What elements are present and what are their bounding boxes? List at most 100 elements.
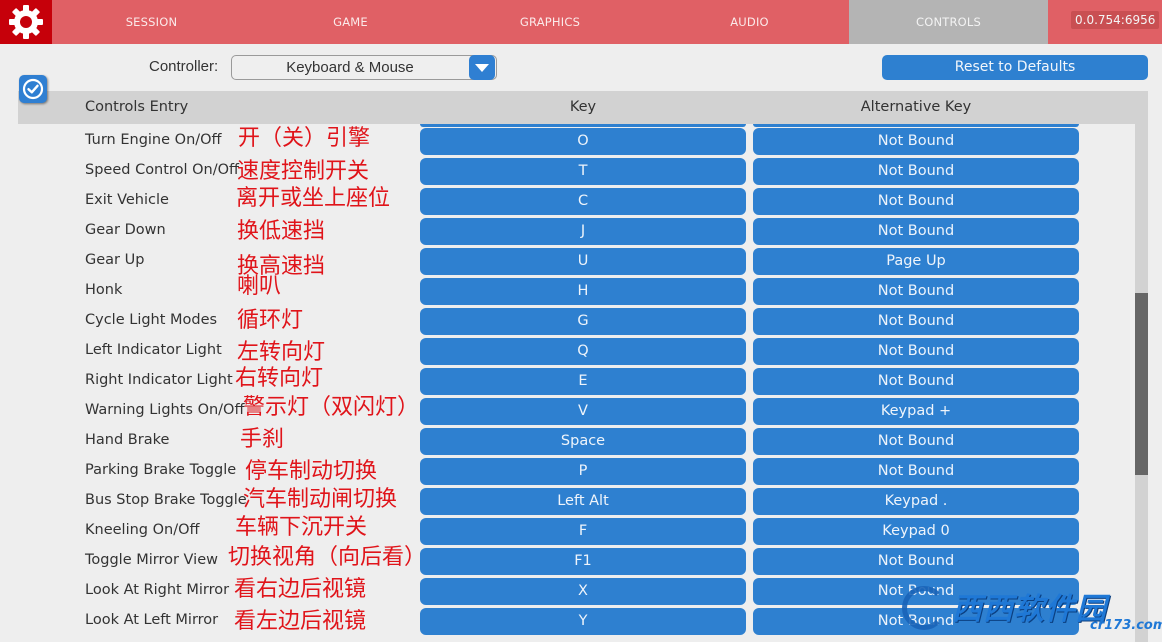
alt-key-binding-button[interactable]: Keypad .: [753, 488, 1079, 515]
alt-key-binding-button[interactable]: Page Up: [753, 248, 1079, 275]
control-entry-label: Honk: [85, 282, 123, 298]
key-binding-button[interactable]: O: [420, 128, 746, 155]
key-binding-button[interactable]: T: [420, 158, 746, 185]
control-row: Gear Up U Page Up 换高速挡: [0, 247, 1135, 279]
control-row: Honk H Not Bound 喇叭: [0, 274, 1135, 307]
header-key: Key: [569, 99, 597, 115]
alt-key-binding-button[interactable]: Not Bound: [753, 368, 1079, 395]
chinese-annotation: 喇叭: [237, 274, 282, 299]
control-entry-label: Look At Right Mirror: [85, 582, 230, 598]
tab-audio[interactable]: AUDIO: [650, 0, 849, 44]
top-nav-bar: SESSION GAME GRAPHICS AUDIO CONTROLS 0.0…: [0, 0, 1162, 44]
chinese-annotation: 循环灯: [237, 308, 304, 333]
alt-key-binding-button[interactable]: Keypad +: [753, 398, 1079, 425]
chinese-annotation: 看右边后视镜: [234, 577, 367, 602]
chinese-annotation: 警示灯（双闪灯）: [243, 395, 420, 420]
table-header: Controls Entry Key Alternative Key: [18, 91, 1135, 124]
controller-dropdown[interactable]: Keyboard & Mouse: [231, 55, 497, 80]
chinese-annotation: 手刹: [240, 427, 285, 452]
key-binding-button[interactable]: V: [420, 398, 746, 425]
control-entry-label: Gear Up: [85, 252, 145, 268]
control-row: Right Indicator Light E Not Bound 右转向灯: [0, 366, 1135, 397]
checkmark-circle-icon: [22, 78, 44, 100]
chinese-annotation: 开（关）引擎: [238, 126, 371, 151]
alt-key-binding-button[interactable]: Not Bound: [753, 128, 1079, 155]
chinese-annotation: 汽车制动闸切换: [243, 487, 398, 512]
chevron-down-icon: [475, 63, 489, 72]
tab-game[interactable]: GAME: [251, 0, 450, 44]
control-row: Look At Left Mirror Y Not Bound 看左边后视镜: [0, 607, 1135, 637]
header-controls-entry: Controls Entry: [85, 99, 189, 115]
control-entry-label: Exit Vehicle: [85, 192, 169, 208]
control-entry-label: Gear Down: [85, 222, 166, 238]
key-binding-button[interactable]: Space: [420, 428, 746, 455]
alt-key-binding-button[interactable]: Keypad 0: [753, 518, 1079, 545]
control-row: Hand Brake Space Not Bound 手刹: [0, 427, 1135, 457]
control-entry-label: Toggle Mirror View: [85, 552, 218, 568]
control-row: Gear Down J Not Bound 换低速挡: [0, 217, 1135, 247]
reset-to-defaults-button[interactable]: Reset to Defaults: [882, 55, 1148, 80]
alt-key-binding-button[interactable]: Not Bound: [753, 578, 1079, 605]
alt-key-binding-button[interactable]: Not Bound: [753, 188, 1079, 215]
gear-icon: [9, 5, 43, 39]
alt-key-binding-button[interactable]: Not Bound: [753, 608, 1079, 635]
key-binding-button[interactable]: F1: [420, 548, 746, 575]
chinese-annotation: 离开或坐上座位: [236, 186, 391, 211]
control-row: Speed Control On/Off T Not Bound 速度控制开关: [0, 157, 1135, 187]
alt-key-binding-button[interactable]: Not Bound: [753, 308, 1079, 335]
control-entry-label: Hand Brake: [85, 432, 170, 448]
control-row: Exit Vehicle C Not Bound 离开或坐上座位: [0, 186, 1135, 217]
control-row: Kneeling On/Off F Keypad 0 车辆下沉开关: [0, 515, 1135, 547]
key-binding-button[interactable]: F: [420, 518, 746, 545]
control-entry-label: Kneeling On/Off: [85, 522, 200, 538]
alt-key-binding-button[interactable]: Not Bound: [753, 278, 1079, 305]
key-binding-button[interactable]: E: [420, 368, 746, 395]
tab-session[interactable]: SESSION: [52, 0, 251, 44]
key-binding-button[interactable]: J: [420, 218, 746, 245]
settings-button[interactable]: [0, 0, 52, 44]
dropdown-toggle[interactable]: [469, 55, 495, 80]
control-entry-label: Parking Brake Toggle: [85, 462, 237, 478]
control-row: Look At Right Mirror X Not Bound 看右边后视镜: [0, 577, 1135, 607]
chinese-annotation: 右转向灯: [235, 366, 324, 391]
alt-key-binding-button[interactable]: Not Bound: [753, 338, 1079, 365]
header-alternative-key: Alternative Key: [860, 99, 972, 115]
alt-key-binding-button[interactable]: Not Bound: [753, 218, 1079, 245]
key-binding-button[interactable]: X: [420, 578, 746, 605]
control-entry-label: Left Indicator Light: [85, 342, 222, 358]
controller-selected-value: Keyboard & Mouse: [286, 59, 414, 76]
key-binding-button[interactable]: P: [420, 458, 746, 485]
alt-key-binding-button[interactable]: Not Bound: [753, 548, 1079, 575]
control-entry-label: Bus Stop Brake Toggle: [85, 492, 247, 508]
key-binding-button[interactable]: Q: [420, 338, 746, 365]
control-row: Cycle Light Modes G Not Bound 循环灯: [0, 307, 1135, 337]
alt-key-binding-button[interactable]: Not Bound: [753, 428, 1079, 455]
chinese-annotation: 切换视角（向后看）: [228, 545, 427, 570]
control-entry-label: Turn Engine On/Off: [85, 132, 222, 148]
control-row: Warning Lights On/Off V Keypad + 警示灯（双闪灯）: [0, 395, 1135, 427]
control-entry-label: Right Indicator Light: [85, 372, 233, 388]
key-binding-button[interactable]: U: [420, 248, 746, 275]
scrollbar-thumb[interactable]: [1135, 293, 1148, 475]
tab-controls[interactable]: CONTROLS: [849, 0, 1048, 44]
tab-graphics[interactable]: GRAPHICS: [450, 0, 650, 44]
control-entry-label: Cycle Light Modes: [85, 312, 218, 328]
key-binding-button[interactable]: C: [420, 188, 746, 215]
controller-label: Controller:: [149, 58, 219, 75]
key-binding-button[interactable]: H: [420, 278, 746, 305]
alt-key-binding-button[interactable]: Not Bound: [753, 458, 1079, 485]
control-row: Toggle Mirror View F1 Not Bound 切换视角（向后看）: [0, 545, 1135, 577]
control-row: Turn Engine On/Off O Not Bound 开（关）引擎: [0, 126, 1135, 157]
alt-key-binding-button[interactable]: Not Bound: [753, 158, 1079, 185]
chinese-annotation: 车辆下沉开关: [235, 515, 368, 540]
chinese-annotation: 看左边后视镜: [234, 609, 367, 634]
key-binding-button[interactable]: G: [420, 308, 746, 335]
control-row: Left Indicator Light Q Not Bound 左转向灯: [0, 337, 1135, 367]
key-binding-button[interactable]: Left Alt: [420, 488, 746, 515]
control-entry-label: Speed Control On/Off: [85, 162, 239, 178]
confirm-button[interactable]: [19, 75, 47, 103]
control-row: Parking Brake Toggle P Not Bound 停车制动切换: [0, 457, 1135, 487]
control-entry-label: Look At Left Mirror: [85, 612, 219, 628]
key-binding-button[interactable]: Y: [420, 608, 746, 635]
control-row: Bus Stop Brake Toggle Left Alt Keypad . 汽车制…: [0, 487, 1135, 517]
